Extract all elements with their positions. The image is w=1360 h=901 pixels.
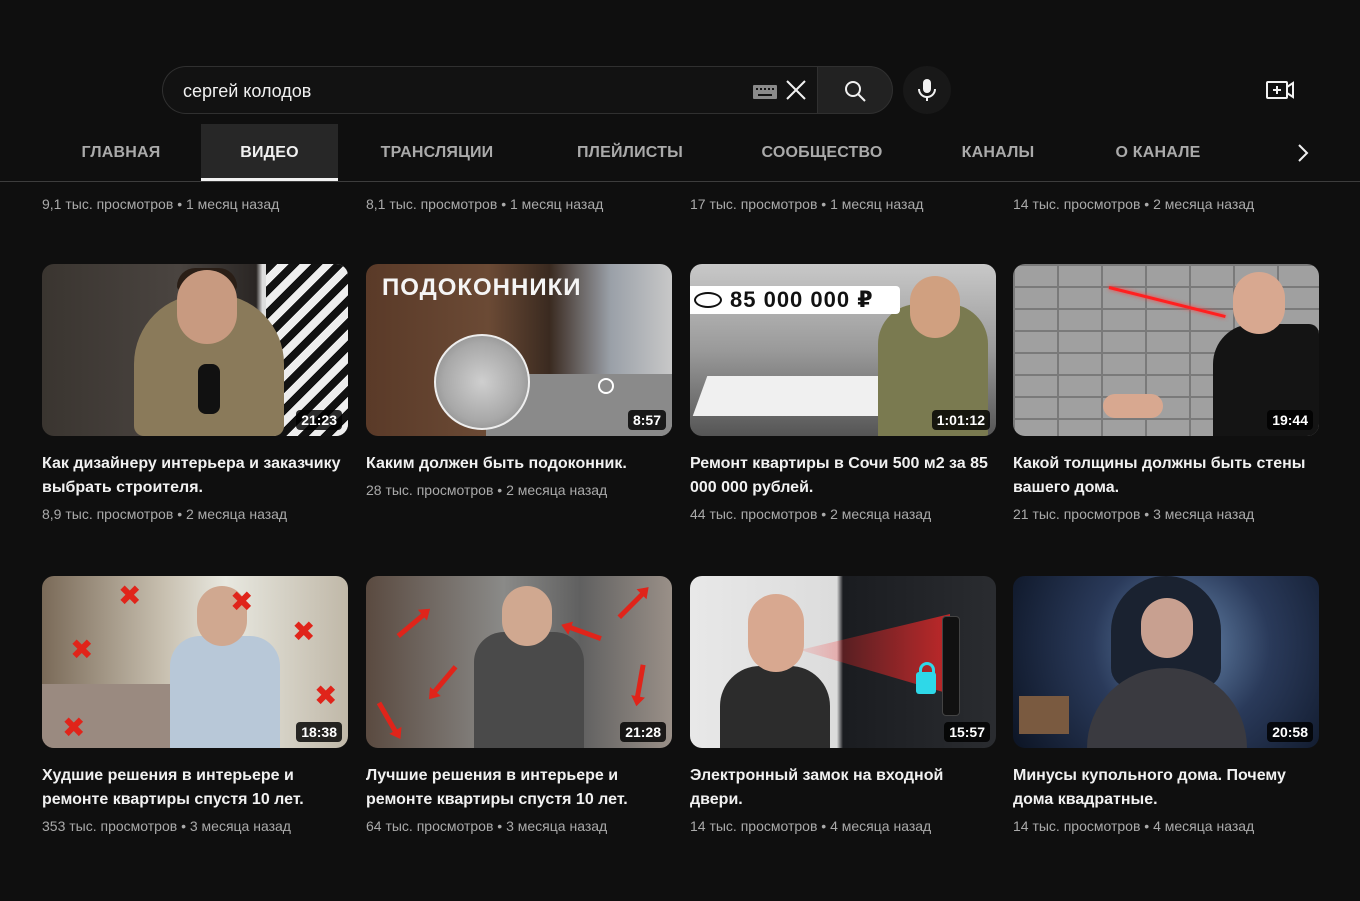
arrow-icon xyxy=(617,590,647,619)
video-thumbnail[interactable]: 21:28 xyxy=(366,576,672,748)
top-bar xyxy=(0,0,1360,124)
video-title[interactable]: Лучшие решения в интерьере и ремонте ква… xyxy=(366,764,666,812)
video-duration: 8:57 xyxy=(627,410,666,430)
video-title[interactable]: Каким должен быть подоконник. xyxy=(366,452,666,476)
video-card[interactable]: 19:44 Какой толщины должны быть стены ва… xyxy=(1013,264,1319,522)
magnifier-image xyxy=(434,334,530,430)
video-meta: 17 тыс. просмотров • 1 месяц назад xyxy=(690,196,924,212)
channel-tabs: ГЛАВНАЯ ВИДЕО ТРАНСЛЯЦИИ ПЛЕЙЛИСТЫ СООБЩ… xyxy=(0,124,1360,182)
video-thumbnail[interactable]: 85 000 000 ₽ 1:01:12 xyxy=(690,264,996,436)
video-duration: 21:23 xyxy=(296,410,342,430)
tab-videos[interactable]: ВИДЕО xyxy=(201,124,338,181)
video-meta: 14 тыс. просмотров • 4 месяца назад xyxy=(690,818,932,834)
video-title[interactable]: Какой толщины должны быть стены вашего д… xyxy=(1013,452,1313,500)
tab-playlists[interactable]: ПЛЕЙЛИСТЫ xyxy=(556,124,704,181)
video-card[interactable]: 21:23 Как дизайнеру интерьера и заказчик… xyxy=(42,264,348,522)
keyboard-icon[interactable] xyxy=(753,85,777,99)
eye-icon xyxy=(694,292,722,308)
video-duration: 18:38 xyxy=(296,722,342,742)
chevron-right-icon[interactable] xyxy=(1288,138,1318,168)
cross-mark-icon: ✖ xyxy=(292,616,316,647)
thumbnail-text: ПОДОКОННИКИ xyxy=(382,274,582,301)
video-duration: 21:28 xyxy=(620,722,666,742)
tab-channels[interactable]: КАНАЛЫ xyxy=(944,124,1052,181)
microphone-image xyxy=(198,364,220,414)
cross-mark-icon: ✖ xyxy=(230,586,254,617)
video-title[interactable]: Как дизайнеру интерьера и заказчику выбр… xyxy=(42,452,342,500)
dome-house-image xyxy=(1087,668,1247,748)
video-card[interactable]: 15:57 Электронный замок на входной двери… xyxy=(690,576,996,834)
video-card[interactable]: 21:28 Лучшие решения в интерьере и ремон… xyxy=(366,576,672,834)
video-meta: 64 тыс. просмотров • 3 месяца назад xyxy=(366,818,608,834)
cross-mark-icon: ✖ xyxy=(70,634,94,665)
video-card[interactable]: ПОДОКОННИКИ 8:57 Каким должен быть подок… xyxy=(366,264,672,498)
video-duration: 1:01:12 xyxy=(931,410,990,430)
cross-mark-icon: ✖ xyxy=(118,580,142,611)
search-input[interactable] xyxy=(183,78,723,104)
previous-title-fragment xyxy=(42,182,262,184)
previous-title-fragment xyxy=(1013,182,1233,184)
clear-icon[interactable] xyxy=(783,77,809,103)
video-thumbnail[interactable]: ПОДОКОННИКИ 8:57 xyxy=(366,264,672,436)
microphone-icon xyxy=(918,79,936,101)
cross-mark-icon: ✖ xyxy=(62,712,86,743)
tab-live[interactable]: ТРАНСЛЯЦИИ xyxy=(360,124,514,181)
video-card[interactable]: ✖ ✖ ✖ ✖ ✖ ✖ 18:38 Худшие решения в интер… xyxy=(42,576,348,834)
video-duration: 15:57 xyxy=(944,722,990,742)
door-lock-image xyxy=(942,616,960,716)
search-button[interactable] xyxy=(817,66,893,114)
video-thumbnail[interactable]: 19:44 xyxy=(1013,264,1319,436)
video-thumbnail[interactable]: 20:58 xyxy=(1013,576,1319,748)
video-duration: 19:44 xyxy=(1267,410,1313,430)
video-meta: 353 тыс. просмотров • 3 месяца назад xyxy=(42,818,291,834)
video-title[interactable]: Ремонт квартиры в Сочи 500 м2 за 85 000 … xyxy=(690,452,990,500)
lock-icon xyxy=(916,662,936,694)
video-card[interactable]: 20:58 Минусы купольного дома. Почему дом… xyxy=(1013,576,1319,834)
video-title[interactable]: Минусы купольного дома. Почему дома квад… xyxy=(1013,764,1313,812)
video-thumbnail[interactable]: 15:57 xyxy=(690,576,996,748)
tab-home[interactable]: ГЛАВНАЯ xyxy=(60,124,182,181)
previous-title-fragment xyxy=(690,182,910,184)
tab-community[interactable]: СООБЩЕСТВО xyxy=(744,124,900,181)
laser-line xyxy=(1108,286,1226,318)
video-meta: 28 тыс. просмотров • 2 месяца назад xyxy=(366,482,608,498)
video-title[interactable]: Электронный замок на входной двери. xyxy=(690,764,990,812)
video-grid: 9,1 тыс. просмотров • 1 месяц назад 8,1 … xyxy=(0,182,1360,901)
arrow-icon xyxy=(396,611,428,638)
voice-search-button[interactable] xyxy=(903,66,951,114)
video-duration: 20:58 xyxy=(1267,722,1313,742)
previous-title-fragment xyxy=(366,182,586,184)
arrow-icon xyxy=(634,664,646,701)
search-icon xyxy=(845,81,866,102)
video-thumbnail[interactable]: 21:23 xyxy=(42,264,348,436)
tab-about[interactable]: О КАНАЛЕ xyxy=(1096,124,1220,181)
video-meta: 21 тыс. просмотров • 3 месяца назад xyxy=(1013,506,1255,522)
video-meta: 8,9 тыс. просмотров • 2 месяца назад xyxy=(42,506,288,522)
video-meta: 44 тыс. просмотров • 2 месяца назад xyxy=(690,506,932,522)
video-meta: 14 тыс. просмотров • 4 месяца назад xyxy=(1013,818,1255,834)
cross-mark-icon: ✖ xyxy=(314,680,338,711)
video-meta: 9,1 тыс. просмотров • 1 месяц назад xyxy=(42,196,280,212)
arrow-icon xyxy=(430,665,458,696)
video-meta: 14 тыс. просмотров • 2 месяца назад xyxy=(1013,196,1255,212)
create-video-icon[interactable] xyxy=(1264,76,1296,104)
video-title[interactable]: Худшие решения в интерьере и ремонте ква… xyxy=(42,764,342,812)
video-thumbnail[interactable]: ✖ ✖ ✖ ✖ ✖ ✖ 18:38 xyxy=(42,576,348,748)
search-box[interactable] xyxy=(162,66,817,114)
video-card[interactable]: 85 000 000 ₽ 1:01:12 Ремонт квартиры в С… xyxy=(690,264,996,522)
arrow-icon xyxy=(376,701,400,736)
video-meta: 8,1 тыс. просмотров • 1 месяц назад xyxy=(366,196,604,212)
